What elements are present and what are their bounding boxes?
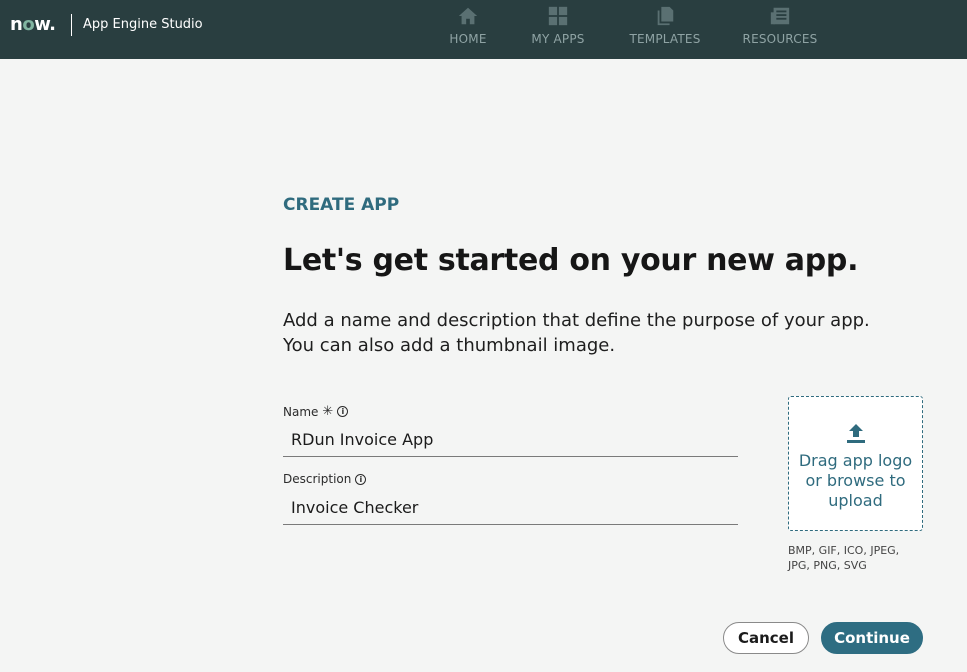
intro-line-2: You can also add a thumbnail image.	[283, 335, 616, 356]
name-label-text: Name	[283, 404, 319, 419]
description-input-value: Invoice Checker	[291, 498, 419, 517]
name-input-value: RDun Invoice App	[291, 430, 434, 449]
intro-line-1: Add a name and description that define t…	[283, 310, 870, 331]
app-title: App Engine Studio	[83, 17, 203, 32]
info-icon[interactable]: i	[337, 406, 349, 417]
nav-home-label: HOME	[449, 32, 487, 46]
continue-button[interactable]: Continue	[821, 622, 923, 654]
top-navigation-bar: now. App Engine Studio HOME MY APPS TEMP…	[0, 0, 967, 59]
page-title: Let's get started on your new app.	[283, 243, 859, 278]
nav-home[interactable]: HOME	[447, 0, 489, 59]
nav-resources-label: RESOURCES	[742, 32, 818, 46]
description-label-text: Description	[283, 472, 352, 486]
cancel-button[interactable]: Cancel	[723, 622, 809, 654]
name-input[interactable]: RDun Invoice App	[283, 423, 738, 457]
intro-text: Add a name and description that define t…	[283, 308, 923, 358]
name-label: Name ✳ i	[283, 404, 349, 419]
nav-templates-label: TEMPLATES	[629, 32, 701, 46]
home-icon	[458, 7, 478, 25]
info-icon[interactable]: i	[355, 473, 367, 485]
description-input[interactable]: Invoice Checker	[283, 491, 738, 525]
copy-icon	[657, 6, 674, 26]
servicenow-logo[interactable]: now.	[10, 14, 56, 35]
newspaper-icon	[770, 7, 790, 25]
header-divider	[71, 14, 72, 36]
required-asterisk-icon: ✳	[322, 404, 334, 419]
nav-resources[interactable]: RESOURCES	[742, 0, 818, 59]
description-label: Description i	[283, 472, 367, 486]
upload-icon	[846, 424, 865, 443]
create-app-eyebrow: CREATE APP	[283, 195, 400, 215]
nav-my-apps-label: MY APPS	[531, 32, 585, 46]
supported-formats: BMP, GIF, ICO, JPEG, JPG, PNG, SVG	[788, 544, 900, 572]
nav-my-apps[interactable]: MY APPS	[528, 0, 588, 59]
nav-templates[interactable]: TEMPLATES	[627, 0, 703, 59]
logo-upload-dropzone[interactable]: Drag app logo or browse to upload	[788, 396, 923, 531]
upload-instructions: Drag app logo or browse to upload	[798, 451, 913, 510]
grid-icon	[548, 6, 568, 26]
